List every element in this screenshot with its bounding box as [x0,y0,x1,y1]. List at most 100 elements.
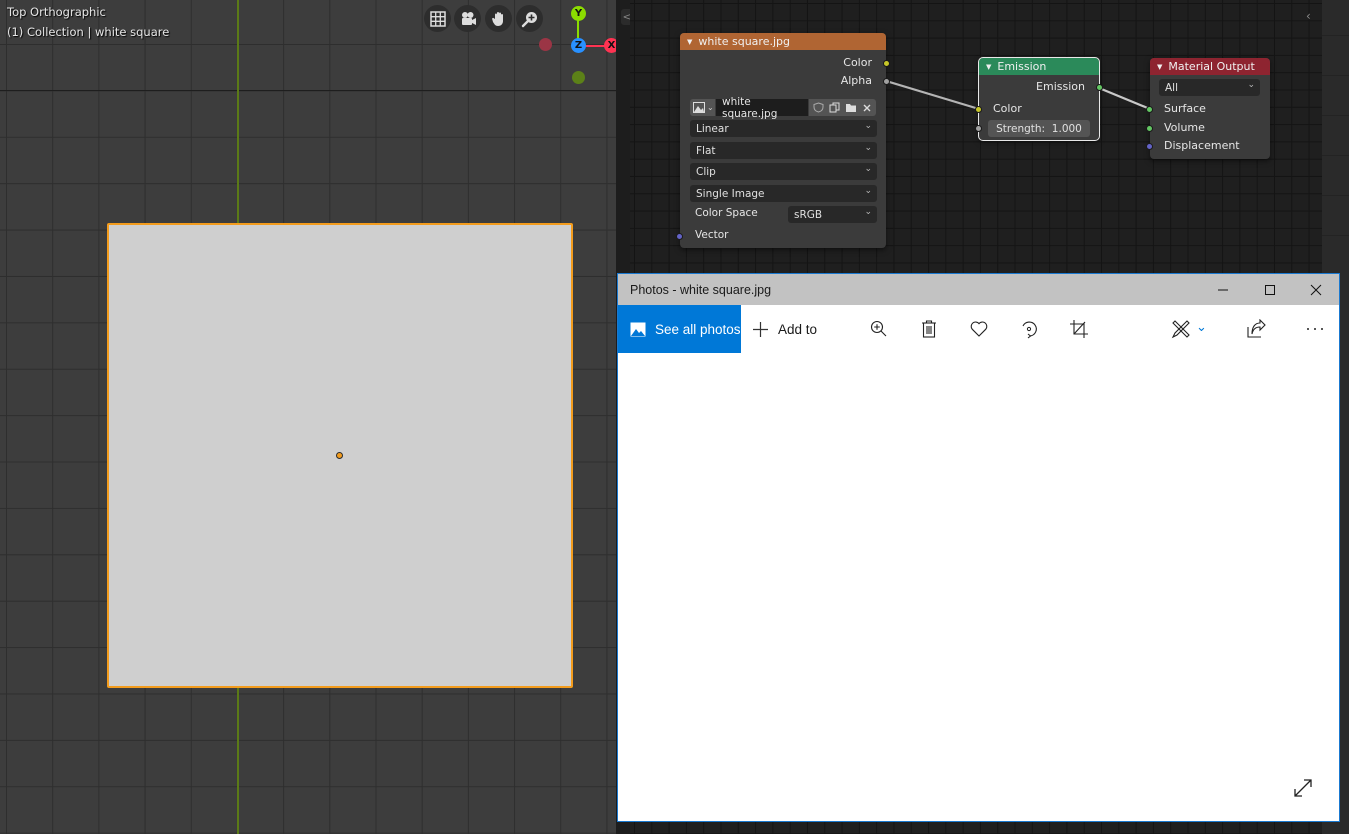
photos-app-window[interactable]: Photos - white square.jpg See all photos… [617,273,1340,822]
crop-button[interactable] [1068,318,1090,340]
more-icon [1307,328,1323,330]
output-emission-label: Emission [1036,80,1085,93]
output-alpha-socket[interactable] [883,78,890,85]
sidebar-divider [1322,155,1349,156]
sidebar-divider [1322,75,1349,76]
image-display-area[interactable] [618,353,1339,821]
x-axis-grid-line [0,90,616,91]
interpolation-dropdown[interactable]: Linear ⌄ [690,120,877,137]
zoom-button[interactable] [868,318,890,340]
more-options-button[interactable] [1304,318,1326,340]
3d-viewport[interactable]: Top Orthographic (1) Collection | white … [0,0,616,834]
image-name-field[interactable]: white square.jpg [716,96,808,120]
node-title: Emission [997,60,1047,73]
add-to-button[interactable]: Add to [752,305,817,353]
material-output-node-header[interactable]: ▼ Material Output [1150,58,1270,75]
strength-field[interactable]: Strength: 1.000 [988,120,1090,137]
gizmo-z-axis[interactable]: Z [571,38,586,53]
interpolation-value: Linear [696,122,729,135]
input-vector-label: Vector [695,229,729,241]
fake-user-shield-icon[interactable] [813,102,824,113]
chevron-down-icon: ⌄ [864,186,872,196]
image-icon [693,102,705,113]
input-strength-socket[interactable] [975,125,982,132]
strength-value: 1.000 [1051,122,1082,135]
link-emission-to-surface [1098,86,1151,111]
gizmo-negative-y-axis[interactable] [572,71,585,84]
rotate-icon [1022,321,1037,339]
view-name-label: Top Orthographic [7,5,106,19]
delete-button[interactable] [918,318,940,340]
chevron-down-icon: ⌄ [864,164,872,174]
input-color-socket[interactable] [975,106,982,113]
gizmo-negative-x-axis[interactable] [539,38,552,51]
chevron-down-icon: ⌄ [707,103,714,112]
color-space-dropdown[interactable]: sRGB ⌄ [788,206,877,223]
browse-image-button[interactable]: ⌄ [690,99,715,116]
projection-dropdown[interactable]: Flat ⌄ [690,142,877,159]
toggle-camera-view-button[interactable] [424,5,451,32]
photos-titlebar[interactable]: Photos - white square.jpg [618,274,1339,305]
input-displacement-label: Displacement [1164,139,1240,152]
strength-label: Strength: [996,122,1046,135]
chevron-down-icon: ⌄ [1247,80,1255,90]
favorite-button[interactable] [968,318,990,340]
minimize-button[interactable] [1200,274,1246,305]
edit-create-icon [1171,320,1190,339]
emission-node[interactable]: ▼ Emission Emission Color Strength: 1.00… [975,57,1103,141]
input-surface-label: Surface [1164,102,1206,115]
sidebar-divider [1322,35,1349,36]
close-button[interactable] [1293,274,1339,305]
full-screen-icon[interactable] [1292,777,1314,799]
close-icon [1310,284,1322,295]
open-folder-icon[interactable] [845,102,857,113]
maximize-button[interactable] [1247,274,1293,305]
duplicate-image-icon[interactable] [829,102,840,113]
chevron-down-icon: ⌄ [864,143,872,153]
collapse-triangle-icon[interactable]: ▼ [986,63,991,71]
gizmo-x-axis-line [585,45,605,47]
input-displacement-socket[interactable] [1146,143,1153,150]
collapse-triangle-icon[interactable]: ▼ [1157,63,1162,71]
output-color-label: Color [843,56,872,69]
heart-icon [970,321,988,337]
material-output-node[interactable]: ▼ Material Output All ⌄ Surface Volume Di… [1146,58,1270,159]
pan-view-button[interactable] [485,5,512,32]
image-texture-node-header[interactable]: ▼ white square.jpg [680,33,886,50]
sidebar-divider [1322,195,1349,196]
sidebar-divider [1322,235,1349,236]
see-all-photos-label: See all photos [655,321,741,337]
crop-icon [1070,320,1088,338]
color-space-label: Color Space [695,207,758,219]
see-all-photos-button[interactable]: See all photos [618,305,741,353]
zoom-view-button[interactable] [516,5,543,32]
camera-view-button[interactable] [454,5,481,32]
gizmo-y-axis[interactable]: Y [571,6,586,21]
source-dropdown[interactable]: Single Image ⌄ [690,185,877,202]
window-title: Photos - white square.jpg [630,283,772,297]
output-color-socket[interactable] [883,60,890,67]
output-emission-socket[interactable] [1096,84,1103,91]
collection-label: (1) Collection | white square [7,25,170,39]
edit-create-chevron-icon[interactable]: ⌄ [1196,320,1207,335]
camera-icon [461,11,476,25]
input-surface-socket[interactable] [1146,106,1153,113]
sidebar-toggle-chevron-icon[interactable]: ‹ [1306,9,1311,23]
collapse-triangle-icon[interactable]: ▼ [687,38,692,46]
image-texture-node[interactable]: ▼ white square.jpg Color Alpha ⌄ white s… [676,33,890,248]
rotate-button[interactable] [1018,318,1040,340]
photos-gallery-icon [630,322,646,336]
unlink-image-icon[interactable] [862,103,872,113]
input-volume-socket[interactable] [1146,125,1153,132]
gizmo-x-axis[interactable]: X [604,38,616,53]
node-title: white square.jpg [698,35,790,48]
output-alpha-label: Alpha [840,74,872,87]
extension-dropdown[interactable]: Clip ⌄ [690,163,877,180]
edit-create-button[interactable] [1170,318,1192,340]
emission-node-header[interactable]: ▼ Emission [979,58,1099,75]
render-target-dropdown[interactable]: All ⌄ [1159,79,1260,96]
share-button[interactable] [1245,318,1267,340]
delete-icon [922,320,936,338]
render-target-value: All [1165,81,1179,94]
input-vector-socket[interactable] [676,233,683,240]
